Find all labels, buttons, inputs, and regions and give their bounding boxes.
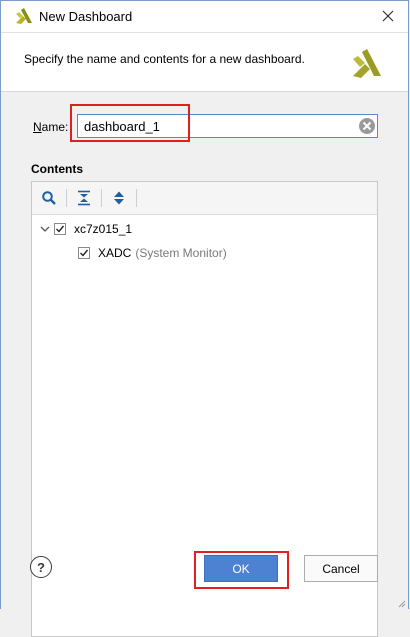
name-label: Name: <box>33 120 68 134</box>
device-checkbox[interactable] <box>54 223 66 235</box>
close-icon[interactable] <box>377 5 399 27</box>
xadc-label: XADC <box>98 246 132 260</box>
collapse-all-icon[interactable] <box>74 188 94 208</box>
xadc-detail: (System Monitor) <box>135 246 227 260</box>
name-label-text: ame: <box>41 120 69 134</box>
title-bar: New Dashboard <box>1 1 408 32</box>
device-label: xc7z015_1 <box>74 222 133 236</box>
dialog-header: Specify the name and contents for a new … <box>1 32 408 91</box>
search-icon[interactable] <box>39 188 59 208</box>
tree-row-xadc[interactable]: XADC (System Monitor) <box>78 243 227 263</box>
cancel-button[interactable]: Cancel <box>304 555 378 582</box>
new-dashboard-dialog: New Dashboard Specify the name and conte… <box>0 0 409 637</box>
header-description: Specify the name and contents for a new … <box>24 52 305 66</box>
check-icon <box>56 225 65 233</box>
tree-row-device[interactable]: xc7z015_1 <box>38 219 132 239</box>
contents-toolbar <box>32 182 377 215</box>
toolbar-separator <box>136 189 137 207</box>
window-title: New Dashboard <box>39 9 133 24</box>
ok-button[interactable]: OK <box>204 555 278 582</box>
dialog-body: Name: Contents <box>1 91 408 637</box>
resize-grip-icon[interactable] <box>396 598 406 608</box>
contents-label: Contents <box>31 162 83 176</box>
help-button[interactable]: ? <box>30 556 52 578</box>
xilinx-logo-icon <box>353 49 381 78</box>
xadc-checkbox[interactable] <box>78 247 90 259</box>
check-icon <box>80 249 89 257</box>
name-label-mnemonic: N <box>33 120 42 134</box>
clear-icon[interactable] <box>358 117 376 135</box>
chevron-down-icon[interactable] <box>38 222 52 236</box>
toolbar-separator <box>101 189 102 207</box>
expand-all-icon[interactable] <box>109 188 129 208</box>
xilinx-logo-icon <box>16 8 32 24</box>
name-input[interactable] <box>77 114 378 138</box>
toolbar-separator <box>66 189 67 207</box>
